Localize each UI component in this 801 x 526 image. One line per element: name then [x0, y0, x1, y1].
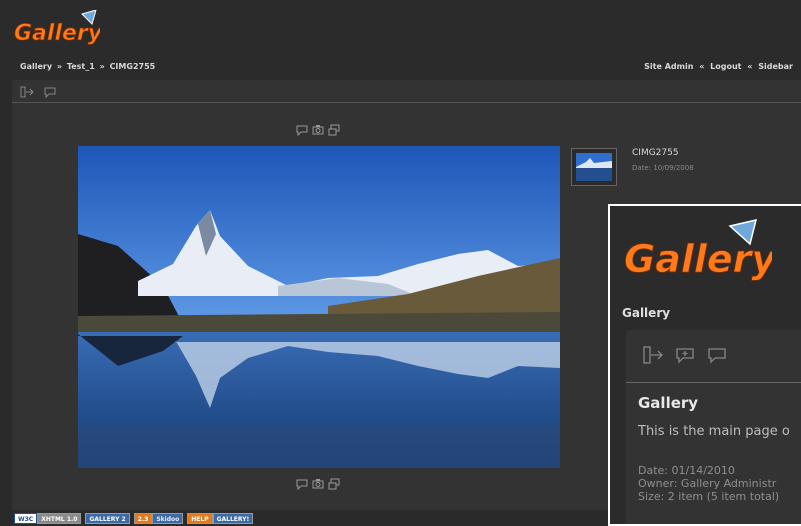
overlay-page: Gallery Gallery Gallery This is the main…: [610, 206, 801, 524]
login-icon[interactable]: [20, 85, 34, 99]
w3c-badge[interactable]: W3C: [14, 513, 38, 524]
album-date: Date: 01/14/2010: [638, 464, 735, 477]
camera-icon[interactable]: [312, 478, 324, 490]
breadcrumb-bar: Gallery » Test_1 » CIMG2755 Site Admin «…: [0, 58, 801, 78]
main-toolbar: [20, 84, 61, 100]
gallery2-badge[interactable]: GALLERY 2: [85, 513, 130, 524]
gallery-help-badge[interactable]: GALLERY!: [212, 513, 254, 524]
divider: [626, 382, 801, 383]
comment-icon[interactable]: [296, 478, 308, 490]
top-links: Site Admin « Logout « Sidebar: [641, 62, 793, 71]
theme-badge[interactable]: Skidoo: [152, 513, 184, 524]
overlay-breadcrumb[interactable]: Gallery: [622, 306, 670, 320]
breadcrumb: Gallery » Test_1 » CIMG2755: [20, 62, 157, 71]
overlay-toolbar: [642, 344, 728, 366]
help-badge[interactable]: HELP: [187, 513, 213, 524]
breadcrumb-separator: »: [56, 62, 63, 71]
overlay-window: Gallery Gallery Gallery This is the main…: [608, 204, 801, 526]
overlay-gallery-logo[interactable]: Gallery: [622, 218, 779, 290]
breadcrumb-test1[interactable]: Test_1: [67, 62, 95, 71]
sidebar-link[interactable]: Sidebar: [758, 62, 793, 71]
breadcrumb-separator: »: [99, 62, 105, 71]
main-photo[interactable]: [78, 146, 560, 468]
comment-icon[interactable]: [43, 85, 57, 99]
logout-link[interactable]: Logout: [710, 62, 741, 71]
photo-actions-bottom: [296, 478, 340, 492]
item-info: CIMG2755 Date: 10/09/2008: [632, 148, 694, 172]
comment-icon[interactable]: [296, 124, 308, 136]
slideshow-icon[interactable]: [328, 124, 340, 136]
breadcrumb-gallery[interactable]: Gallery: [20, 62, 52, 71]
slideshow-icon[interactable]: [328, 478, 340, 490]
item-title: CIMG2755: [632, 148, 679, 158]
link-separator: «: [747, 62, 753, 71]
album-meta: Date: 01/14/2010 Owner: Gallery Administ…: [638, 464, 779, 503]
overlay-content: Gallery This is the main page o Date: 01…: [626, 330, 801, 524]
gallery-logo[interactable]: Gallery: [12, 9, 104, 50]
footer-badges: W3C XHTML 1.0 GALLERY 2 2.3 Skidoo HELP …: [14, 513, 254, 524]
photo-actions-top: [296, 124, 340, 138]
album-description: This is the main page o: [638, 424, 790, 439]
add-comment-icon[interactable]: [674, 344, 696, 366]
item-date: Date: 10/09/2008: [632, 164, 694, 172]
album-owner: Owner: Gallery Administr: [638, 477, 777, 490]
camera-icon[interactable]: [312, 124, 324, 136]
comment-icon[interactable]: [706, 344, 728, 366]
album-title: Gallery: [638, 394, 699, 412]
xhtml-badge[interactable]: XHTML 1.0: [37, 513, 82, 524]
login-icon[interactable]: [642, 344, 664, 366]
page-footer: W3C XHTML 1.0 GALLERY 2 2.3 Skidoo HELP …: [0, 510, 608, 526]
site-admin-link[interactable]: Site Admin: [644, 62, 693, 71]
link-separator: «: [699, 62, 705, 71]
item-thumbnail[interactable]: [571, 148, 617, 186]
breadcrumb-current: CIMG2755: [109, 62, 156, 71]
version-badge[interactable]: 2.3: [133, 513, 153, 524]
divider: [12, 102, 801, 103]
album-size: Size: 2 item (5 item total): [638, 490, 780, 503]
svg-text:Gallery: Gallery: [14, 21, 100, 46]
